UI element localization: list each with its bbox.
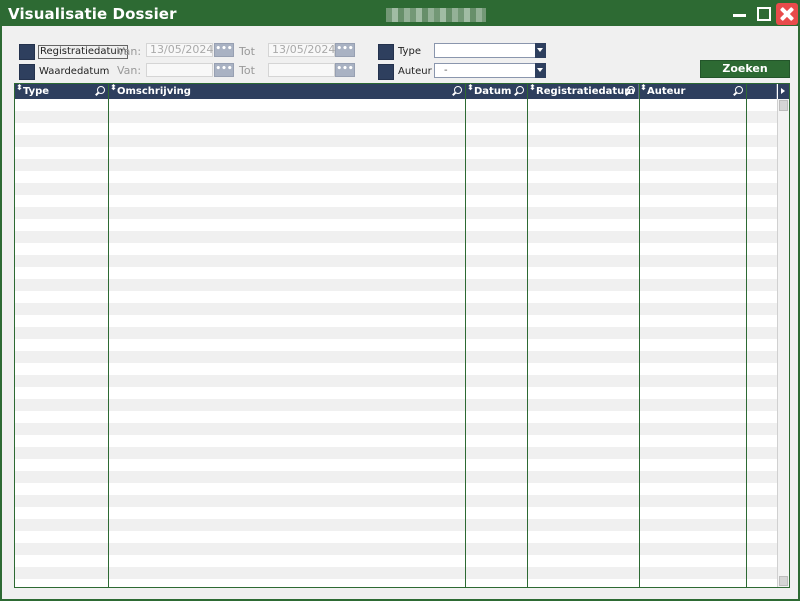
column-divider (108, 84, 109, 587)
sort-icon[interactable]: ⬍ (640, 84, 647, 92)
scroll-up-button[interactable] (779, 100, 788, 111)
search-icon[interactable] (454, 86, 462, 94)
waardedatum-van-field[interactable] (146, 63, 213, 77)
waardedatum-checkbox[interactable] (19, 64, 35, 80)
title-bar[interactable]: Visualisatie Dossier (2, 2, 798, 26)
chevron-down-icon[interactable] (535, 63, 546, 78)
registratiedatum-checkbox[interactable] (19, 44, 35, 60)
type-select[interactable] (434, 43, 546, 58)
waardedatum-tot-field[interactable] (268, 63, 335, 77)
waardedatum-tot-picker-button[interactable]: ••• (335, 63, 355, 77)
auteur-select[interactable]: - (434, 63, 546, 78)
column-header-registratiedatum[interactable]: ⬍ Registratiedatum (528, 84, 639, 99)
waardedatum-label: Waardedatum (39, 66, 110, 77)
registratiedatum-van-label: Van: (117, 45, 142, 58)
waardedatum-tot-label: Tot (239, 64, 255, 77)
column-header-label: Auteur (647, 86, 686, 97)
grid-header: ⬍ Type ⬍ Omschrijving ⬍ Datum ⬍ Registra… (15, 84, 789, 99)
dossier-window: Visualisatie Dossier Registratiedatum Va… (0, 0, 800, 601)
type-checkbox[interactable] (378, 44, 394, 60)
results-grid: ⬍ Type ⬍ Omschrijving ⬍ Datum ⬍ Registra… (14, 83, 790, 588)
column-divider (746, 84, 747, 587)
search-icon[interactable] (516, 86, 524, 94)
scroll-down-button[interactable] (779, 576, 788, 586)
search-icon[interactable] (97, 86, 105, 94)
vertical-scrollbar[interactable] (777, 99, 789, 587)
type-label: Type (398, 46, 421, 57)
sort-icon[interactable]: ⬍ (467, 84, 474, 92)
column-header-auteur[interactable]: ⬍ Auteur (639, 84, 747, 99)
column-divider (527, 84, 528, 587)
auteur-checkbox[interactable] (378, 64, 394, 80)
registratiedatum-tot-label: Tot (239, 45, 255, 58)
column-header-label: Omschrijving (117, 86, 191, 97)
sort-icon[interactable]: ⬍ (16, 84, 23, 92)
auteur-select-value: - (444, 65, 448, 76)
grid-body[interactable] (15, 99, 789, 587)
column-header-label: Datum (474, 86, 512, 97)
registratiedatum-van-field[interactable]: 13/05/2024 (146, 43, 213, 57)
column-divider (465, 84, 466, 587)
search-icon[interactable] (627, 86, 635, 94)
close-icon[interactable] (776, 3, 798, 25)
chevron-down-icon[interactable] (535, 43, 546, 58)
registratiedatum-tot-picker-button[interactable]: ••• (335, 43, 355, 57)
auteur-label: Auteur (398, 66, 432, 77)
waardedatum-van-label: Van: (117, 64, 142, 77)
window-title: Visualisatie Dossier (8, 5, 177, 23)
redacted-title-area (386, 8, 486, 22)
minimize-icon[interactable] (730, 4, 750, 24)
column-divider (639, 84, 640, 587)
column-header-spacer (747, 84, 777, 99)
column-header-omschrijving[interactable]: ⬍ Omschrijving (109, 84, 466, 99)
column-header-label: Type (23, 86, 50, 97)
registratiedatum-tot-field[interactable]: 13/05/2024 (268, 43, 335, 57)
sort-icon[interactable]: ⬍ (110, 84, 117, 92)
column-header-type[interactable]: ⬍ Type (15, 84, 109, 99)
column-menu-icon[interactable] (777, 84, 789, 99)
waardedatum-van-picker-button[interactable]: ••• (214, 63, 234, 77)
search-icon[interactable] (735, 86, 743, 94)
column-header-label: Registratiedatum (536, 86, 635, 97)
registratiedatum-van-picker-button[interactable]: ••• (214, 43, 234, 57)
registratiedatum-label: Registratiedatum (38, 45, 129, 59)
sort-icon[interactable]: ⬍ (529, 84, 536, 92)
maximize-icon[interactable] (754, 4, 774, 24)
column-header-datum[interactable]: ⬍ Datum (466, 84, 528, 99)
search-button[interactable]: Zoeken (700, 60, 790, 78)
